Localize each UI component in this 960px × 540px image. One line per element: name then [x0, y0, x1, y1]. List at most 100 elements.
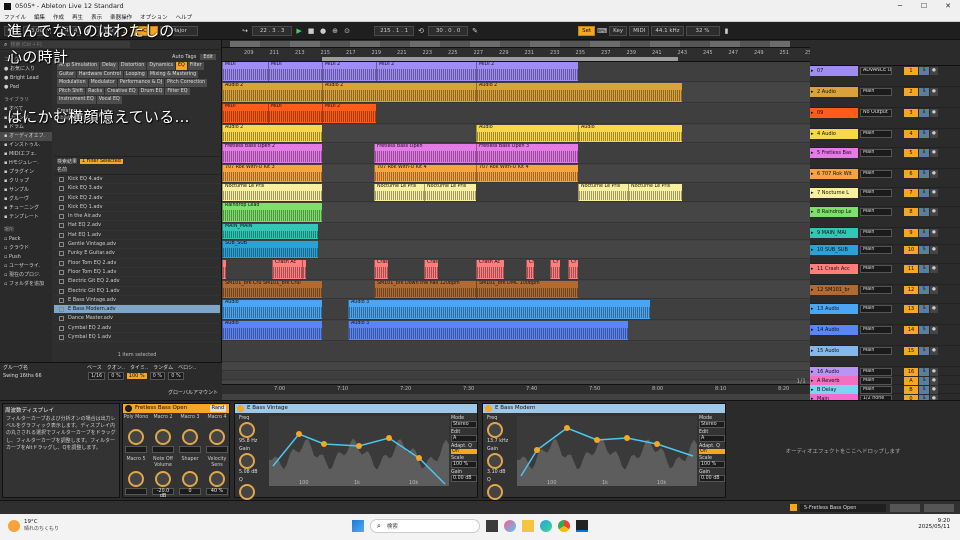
track-lane[interactable]: Audio Audio 3 [222, 300, 810, 320]
eq2-q-knob[interactable] [487, 484, 503, 500]
tag-chip[interactable]: Dynamics [147, 62, 176, 70]
library-item[interactable]: ▪ プラグイン [0, 168, 52, 177]
browser-file-item[interactable]: In the Air.adv [54, 212, 220, 222]
arrangement-clip[interactable]: 707 Rok With-U Kit 4 [476, 165, 578, 182]
macro-value[interactable] [125, 446, 147, 453]
eq-band-handle[interactable] [356, 443, 362, 449]
tag-chip[interactable]: EQ [176, 62, 187, 70]
macro-knob[interactable]: Velocity Sens 40 % [204, 457, 230, 495]
eq1-curve-display[interactable]: 100 1k 10k [269, 416, 449, 486]
arrangement-clip[interactable]: Crash Ac [272, 260, 302, 279]
track-name[interactable]: 10 SUB_SUB [810, 245, 858, 255]
track-lane[interactable]: Audio 2 Audio 2 Audio 2 [222, 83, 810, 103]
location-item[interactable]: ▫ Push [0, 253, 52, 262]
library-item[interactable]: ▪ オーディオエフ. [0, 132, 52, 141]
midi-map-button[interactable]: MIDI [629, 25, 650, 36]
track-name[interactable]: 5 Fretless Bas [810, 148, 858, 158]
track-output-select[interactable]: Main [860, 377, 892, 385]
track-header[interactable]: 10 SUB_SUBMain 10S● [810, 245, 960, 264]
arrangement-clip[interactable]: 707 Rok With-U Kit 3 [222, 165, 322, 182]
tag-chip[interactable]: Filter [187, 62, 204, 70]
arrangement-clip[interactable]: Nocturne Le Pris [424, 184, 476, 201]
solo-button[interactable]: S [919, 326, 929, 334]
arrangement-clip[interactable]: SM101_brk Down the hall 120bpm [374, 281, 476, 298]
collection-item[interactable]: ● Pad [0, 83, 52, 92]
arrangement-clip[interactable]: Audio 2 [476, 83, 682, 102]
eq2-freq-value[interactable]: 13.7 kHz [487, 439, 515, 444]
arrangement-clip[interactable]: Fretless Bass Open [374, 144, 476, 163]
bar-ruler[interactable]: 209 211 213 215 217 219 221 223 225 227 229 231 233 2… [222, 48, 815, 62]
browser-file-item[interactable]: Kick EQ 1.adv [54, 203, 220, 213]
arrangement-clip[interactable]: MIDI [268, 62, 322, 81]
arrangement-overview[interactable] [222, 40, 810, 48]
track-header[interactable]: 12 SM101_brMain 12S● [810, 285, 960, 304]
track-name[interactable]: 13 Audio [810, 304, 858, 314]
browser-file-item[interactable]: Electric Git EQ 2.adv [54, 277, 220, 287]
filter-badge[interactable]: 1 Filter Selected [80, 159, 123, 164]
maximize-button[interactable]: ☐ [912, 0, 936, 12]
groove-quantize[interactable]: 0 % [108, 371, 124, 380]
device-power-icon[interactable] [237, 405, 244, 412]
groove-timing[interactable]: 100 % [126, 372, 147, 379]
close-button[interactable]: ✕ [936, 0, 960, 12]
track-output-select[interactable]: Main [860, 347, 892, 355]
track-header[interactable]: 2 AudioMain 2S● [810, 87, 960, 108]
tag-chip[interactable]: Guitar [57, 70, 76, 78]
arrangement-clip[interactable]: MIDI 2 [322, 104, 376, 123]
arrangement-clip[interactable]: Nocturne Le Pris [578, 184, 628, 201]
track-lane[interactable]: Nocturne Le Pris Nocturne Le Pris Nocturne… [222, 184, 810, 202]
tag-chip[interactable]: Hardware Control [76, 70, 123, 78]
track-output-select[interactable]: Main [860, 229, 892, 237]
eq1-freq-knob[interactable] [239, 422, 255, 438]
arm-button[interactable]: ● [930, 149, 938, 157]
macro-knob[interactable]: Macro 4 [204, 415, 230, 453]
loop-brace[interactable] [322, 57, 678, 61]
tag-chip[interactable]: Mixing & Mastering [147, 70, 199, 78]
arrangement-clip[interactable]: SM101_brk DMC 100bpm [476, 281, 578, 298]
track-output-select[interactable]: Main [860, 170, 892, 178]
track-lane[interactable]: SUB_SUB [222, 241, 810, 259]
macro-value[interactable] [206, 446, 228, 453]
macro-dial[interactable] [209, 429, 225, 445]
location-item[interactable]: ▫ ユーザーライ. [0, 262, 52, 271]
solo-button[interactable]: S [919, 67, 929, 75]
copilot-icon[interactable] [504, 520, 516, 532]
arm-button[interactable]: ● [930, 326, 938, 334]
arrangement-clip[interactable]: Cras [424, 260, 438, 279]
grid-zoom[interactable]: 1/1 [796, 378, 806, 385]
arm-button[interactable]: ● [930, 88, 938, 96]
track-activator[interactable]: 6 [904, 170, 918, 178]
eq-band-handle[interactable] [654, 441, 660, 447]
track-activator[interactable]: 3 [904, 109, 918, 117]
track-activator[interactable]: 11 [904, 265, 918, 273]
arrangement-clip[interactable]: Audio [222, 300, 322, 319]
name-column-header[interactable]: 名前 [54, 166, 220, 175]
arm-button[interactable]: ● [930, 130, 938, 138]
browser-file-item[interactable]: Cymbal EQ 1.adv [54, 333, 220, 343]
track-activator[interactable]: 7 [904, 189, 918, 197]
track-name[interactable]: 12 SM101_br [810, 285, 858, 295]
track-activator[interactable]: 2 [904, 88, 918, 96]
follow-icon[interactable]: ↪ [240, 26, 250, 36]
track-output-select[interactable]: Main [860, 326, 892, 334]
chrome-icon[interactable] [558, 520, 570, 532]
track-name[interactable]: 2 Audio [810, 87, 858, 97]
browser-file-item[interactable]: Floor Tom EQ 2.adv [54, 259, 220, 268]
track-header[interactable]: 09No Output 3S● [810, 108, 960, 129]
arrangement-clip[interactable]: Crash Ac [476, 260, 504, 279]
browser-file-item[interactable]: Hat EQ 1.adv [54, 231, 220, 241]
solo-button[interactable]: S [919, 347, 929, 355]
device-power-icon[interactable] [485, 405, 492, 412]
eq2-edit-toggle[interactable]: A [699, 435, 725, 442]
tag-chip[interactable]: Instrument EQ [57, 96, 96, 104]
track-name[interactable]: 8 Raindrop Le [810, 207, 858, 217]
loop-length-field[interactable]: 30 . 0 . 0 [428, 25, 469, 36]
weather-icon[interactable] [8, 519, 20, 532]
solo-button[interactable]: S [919, 208, 929, 216]
macro-value[interactable] [179, 446, 201, 453]
arrangement-clip[interactable]: Audio 2 [222, 125, 322, 142]
track-header[interactable]: 4 AudioMain 4S● [810, 129, 960, 148]
macro-dial[interactable] [128, 471, 144, 487]
arm-button[interactable]: ● [930, 189, 938, 197]
arm-button[interactable]: ● [930, 377, 938, 385]
